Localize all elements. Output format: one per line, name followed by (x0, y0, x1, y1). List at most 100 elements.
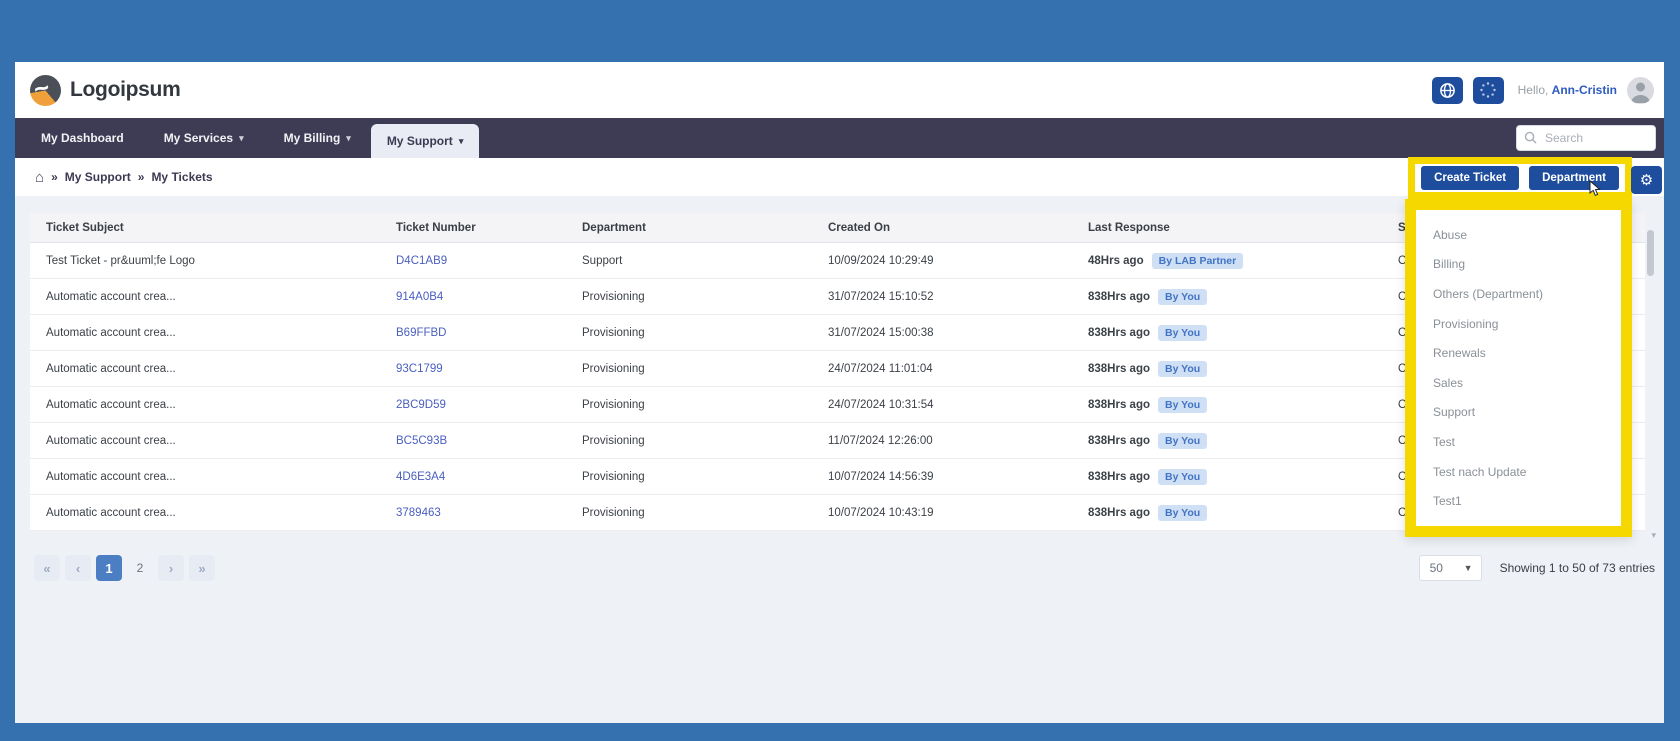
greeting-text: Hello, Ann-Cristin (1518, 83, 1617, 97)
pagination-page-2[interactable]: 2 (127, 555, 153, 581)
nav-label: My Dashboard (41, 131, 124, 145)
response-by-badge: By You (1158, 469, 1207, 485)
dropdown-item-abuse[interactable]: Abuse (1416, 220, 1621, 250)
ticket-number-link[interactable]: BC5C93B (396, 435, 447, 447)
ticket-number-link[interactable]: 3789463 (396, 507, 441, 519)
mouse-cursor (1589, 180, 1602, 197)
dropdown-item-renewals[interactable]: Renewals (1416, 338, 1621, 368)
nav-item-my-support[interactable]: My Support ▾ (371, 124, 480, 158)
department-dropdown-list: Abuse Billing Others (Department) Provis… (1416, 210, 1621, 526)
logo-text: Logoipsum (70, 78, 180, 102)
nav-item-my-dashboard[interactable]: My Dashboard (15, 118, 144, 158)
page-size-select[interactable]: 50 ▼ (1419, 555, 1482, 581)
table-row: Automatic account crea... BC5C93B Provis… (30, 423, 1645, 459)
ticket-number-link[interactable]: D4C1AB9 (396, 255, 447, 267)
globe-icon (1439, 82, 1456, 99)
brand-logo[interactable]: Logoipsum (30, 75, 180, 106)
chevron-down-icon: ▼ (1464, 563, 1473, 573)
response-by-badge: By You (1158, 361, 1207, 377)
pagination-page-1[interactable]: 1 (96, 555, 122, 581)
settings-gear-button[interactable]: ⚙ (1631, 166, 1662, 194)
ticket-number-link[interactable]: 93C1799 (396, 363, 443, 375)
home-icon[interactable]: ⌂ (35, 169, 44, 186)
cell-created: 10/09/2024 10:29:49 (812, 255, 1072, 267)
cell-response-time: 838Hrs ago (1088, 507, 1150, 519)
ticket-number-link[interactable]: 914A0B4 (396, 291, 443, 303)
table-row: Automatic account crea... 3789463 Provis… (30, 495, 1645, 531)
search-input[interactable] (1516, 125, 1656, 151)
col-last-response: Last Response (1072, 222, 1382, 234)
page-size-value: 50 (1430, 561, 1443, 575)
cell-created: 10/07/2024 10:43:19 (812, 507, 1072, 519)
dropdown-item-provisioning[interactable]: Provisioning (1416, 309, 1621, 339)
header-controls: Hello, Ann-Cristin (1432, 77, 1654, 104)
breadcrumb-my-tickets[interactable]: My Tickets (151, 170, 212, 184)
pagination-first-button[interactable]: « (34, 555, 60, 581)
chevron-down-icon: ▾ (239, 133, 244, 144)
dropdown-item-sales[interactable]: Sales (1416, 368, 1621, 398)
dropdown-item-support[interactable]: Support (1416, 398, 1621, 428)
pagination-last-button[interactable]: » (189, 555, 215, 581)
pagination-prev-button[interactable]: ‹ (65, 555, 91, 581)
logo-icon (30, 75, 61, 106)
cell-subject: Test Ticket - pr&uuml;fe Logo (30, 255, 380, 267)
cell-response-time: 48Hrs ago (1088, 255, 1144, 267)
response-by-badge: By You (1158, 289, 1207, 305)
table-row: Automatic account crea... 914A0B4 Provis… (30, 279, 1645, 315)
table-footer: « ‹ 1 2 › » 50 ▼ Showing 1 to 50 of 73 e… (34, 555, 1655, 581)
portal-page: Logoipsum (15, 62, 1664, 723)
chevron-down-icon: ▾ (459, 136, 464, 147)
chevron-down-icon: ▾ (346, 133, 351, 144)
language-globe-button[interactable] (1432, 77, 1463, 104)
ticket-number-link[interactable]: 2BC9D59 (396, 399, 446, 411)
nav-search (1516, 125, 1656, 151)
cell-created: 24/07/2024 11:01:04 (812, 363, 1072, 375)
pagination: « ‹ 1 2 › » (34, 555, 215, 581)
screenshot-frame: Logoipsum (0, 0, 1680, 741)
dropdown-item-test1[interactable]: Test1 (1416, 486, 1621, 516)
scrollbar-down-caret: ▾ (1651, 530, 1656, 541)
cell-subject: Automatic account crea... (30, 471, 380, 483)
col-created-on: Created On (812, 222, 1072, 234)
dropdown-item-billing[interactable]: Billing (1416, 250, 1621, 280)
dropdown-item-others[interactable]: Others (Department) (1416, 279, 1621, 309)
cell-response-time: 838Hrs ago (1088, 399, 1150, 411)
response-by-badge: By You (1158, 433, 1207, 449)
cell-subject: Automatic account crea... (30, 363, 380, 375)
nav-label: My Support (387, 134, 453, 148)
user-avatar[interactable] (1627, 77, 1654, 104)
department-button[interactable]: Department (1529, 166, 1619, 190)
cell-department: Provisioning (566, 399, 812, 411)
nav-item-my-billing[interactable]: My Billing ▾ (264, 118, 371, 158)
create-ticket-button[interactable]: Create Ticket (1421, 166, 1519, 190)
cell-department: Provisioning (566, 327, 812, 339)
response-by-badge: By You (1158, 325, 1207, 341)
user-name: Ann-Cristin (1552, 83, 1617, 97)
footer-right: 50 ▼ Showing 1 to 50 of 73 entries (1419, 555, 1655, 581)
ticket-number-link[interactable]: 4D6E3A4 (396, 471, 445, 483)
table-row: Automatic account crea... 93C1799 Provis… (30, 351, 1645, 387)
breadcrumb: ⌂ » My Support » My Tickets (35, 169, 213, 186)
table-row: Automatic account crea... 4D6E3A4 Provis… (30, 459, 1645, 495)
table-row: Test Ticket - pr&uuml;fe Logo D4C1AB9 Su… (30, 243, 1645, 279)
scrollbar-thumb[interactable] (1647, 230, 1654, 276)
dropdown-item-test-nach-update[interactable]: Test nach Update (1416, 457, 1621, 487)
ticket-number-link[interactable]: B69FFBD (396, 327, 447, 339)
response-by-badge: By LAB Partner (1152, 253, 1244, 269)
table-row: Automatic account crea... B69FFBD Provis… (30, 315, 1645, 351)
cell-response-time: 838Hrs ago (1088, 471, 1150, 483)
pagination-next-button[interactable]: › (158, 555, 184, 581)
breadcrumb-my-support[interactable]: My Support (65, 170, 131, 184)
nav-label: My Billing (284, 131, 341, 145)
response-by-badge: By You (1158, 397, 1207, 413)
nav-item-my-services[interactable]: My Services ▾ (144, 118, 264, 158)
cell-subject: Automatic account crea... (30, 327, 380, 339)
dropdown-item-test[interactable]: Test (1416, 427, 1621, 457)
cell-created: 11/07/2024 12:26:00 (812, 435, 1072, 447)
search-icon (1524, 131, 1537, 144)
cell-subject: Automatic account crea... (30, 507, 380, 519)
eu-flag-button[interactable] (1473, 77, 1504, 104)
cell-subject: Automatic account crea... (30, 291, 380, 303)
cell-response-time: 838Hrs ago (1088, 291, 1150, 303)
showing-entries-text: Showing 1 to 50 of 73 entries (1500, 561, 1655, 575)
